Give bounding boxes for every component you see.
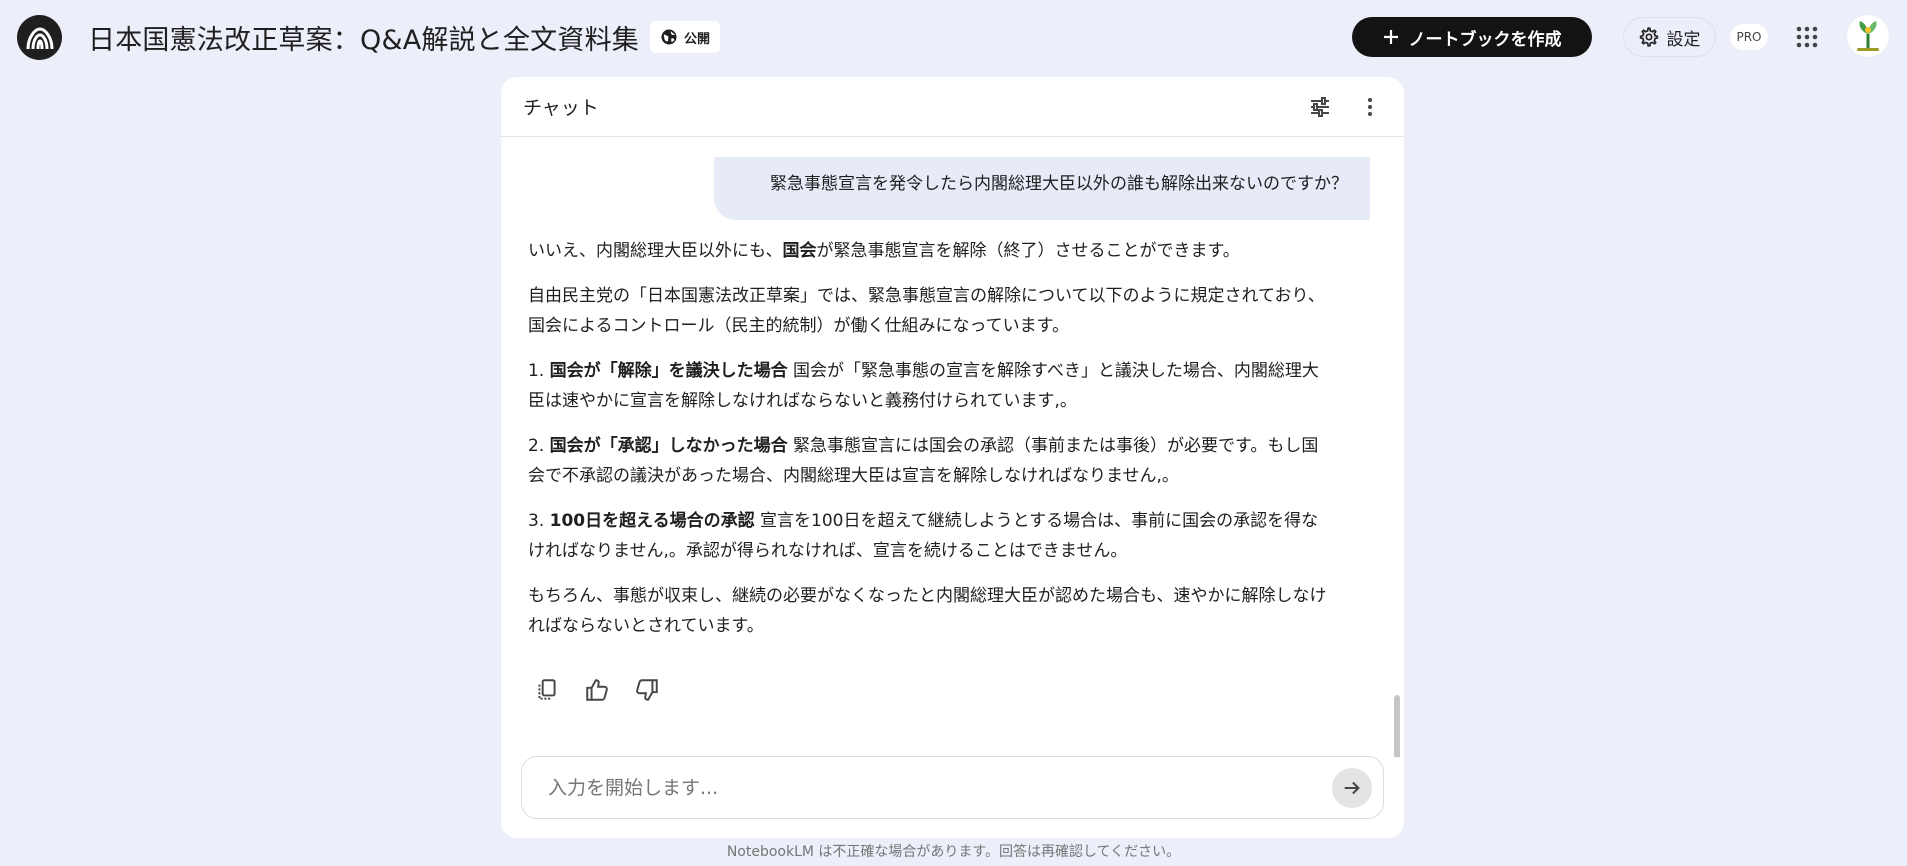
item-number: 3. [528, 511, 545, 531]
gear-icon [1639, 27, 1658, 47]
copy-icon[interactable] [534, 677, 560, 703]
chat-input[interactable] [548, 771, 1308, 805]
public-share-badge[interactable]: 公開 [650, 21, 721, 53]
item-heading: 100日を超える場合の承認 [549, 511, 755, 531]
chat-panel: チャット 緊急事態宣言を発令したら内閣総理大臣以外の誰も解除出来ないのですか？ … [501, 77, 1404, 838]
logo-glyph [26, 26, 53, 49]
answer-text: が緊急事態宣言を解除（終了）させることができます。 [816, 241, 1240, 261]
plus-icon [1383, 30, 1398, 44]
thumbs-up-icon[interactable] [584, 677, 610, 703]
answer-actions [534, 677, 660, 703]
item-number: 1. [528, 361, 545, 381]
assistant-answer: いいえ、内閣総理大臣以外にも、国会が緊急事態宣言を解除（終了）させることができま… [528, 236, 1328, 656]
settings-label: 設定 [1666, 29, 1701, 50]
answer-item-2: 2. 国会が「承認」しなかった場合 緊急事態宣言には国会の承認（事前または事後）… [528, 431, 1328, 491]
more-vert-icon[interactable] [1358, 95, 1382, 119]
tune-icon[interactable] [1308, 95, 1332, 119]
public-label: 公開 [684, 31, 711, 47]
create-notebook-label: ノートブックを作成 [1408, 29, 1562, 50]
answer-paragraph-1: いいえ、内閣総理大臣以外にも、国会が緊急事態宣言を解除（終了）させることができま… [528, 236, 1328, 266]
item-heading: 国会が「解除」を議決した場合 [549, 361, 788, 381]
chat-scrollbar[interactable] [1394, 695, 1400, 757]
answer-item-1: 1. 国会が「解除」を議決した場合 国会が「緊急事態の宣言を解除すべき」と議決し… [528, 356, 1328, 416]
notebooklm-logo-icon[interactable] [17, 15, 62, 60]
answer-paragraph-2: 自由民主党の「日本国憲法改正草案」では、緊急事態宣言の解除について以下のように規… [528, 286, 1325, 336]
chat-input-box [521, 756, 1384, 819]
chat-messages[interactable]: 緊急事態宣言を発令したら内閣総理大臣以外の誰も解除出来ないのですか？ いいえ、内… [501, 137, 1404, 757]
avatar[interactable] [1847, 15, 1889, 57]
answer-item-3: 3. 100日を超える場合の承認 宣言を100日を超えて継続しようとする場合は、… [528, 506, 1328, 566]
apps-grid-icon[interactable] [1795, 25, 1819, 49]
avatar-image [1848, 16, 1888, 56]
item-number: 2. [528, 436, 545, 456]
chat-header: チャット [501, 77, 1404, 137]
answer-bold: 国会 [782, 241, 817, 261]
settings-button[interactable]: 設定 [1623, 17, 1716, 57]
top-bar: 日本国憲法改正草案：Q&A解説と全文資料集 公開 ノートブックを作成 設定 PR… [0, 0, 1907, 74]
chat-title: チャット [523, 97, 599, 119]
globe-icon [661, 29, 677, 45]
answer-text: いいえ、内閣総理大臣以外にも、 [528, 241, 783, 261]
disclaimer-note: NotebookLM は不正確な場合があります。回答は再確認してください。 [726, 844, 1181, 860]
pro-badge: PRO [1730, 24, 1768, 50]
answer-paragraph-last: もちろん、事態が収束し、継続の必要がなくなったと内閣総理大臣が認めた場合も、速や… [528, 586, 1327, 636]
thumbs-down-icon[interactable] [634, 677, 660, 703]
item-heading: 国会が「承認」しなかった場合 [549, 436, 788, 456]
notebook-title[interactable]: 日本国憲法改正草案：Q&A解説と全文資料集 [88, 18, 639, 57]
create-notebook-button[interactable]: ノートブックを作成 [1352, 17, 1592, 57]
arrow-right-icon [1344, 781, 1360, 795]
user-message: 緊急事態宣言を発令したら内閣総理大臣以外の誰も解除出来ないのですか？ [714, 157, 1370, 220]
send-button[interactable] [1332, 768, 1372, 808]
